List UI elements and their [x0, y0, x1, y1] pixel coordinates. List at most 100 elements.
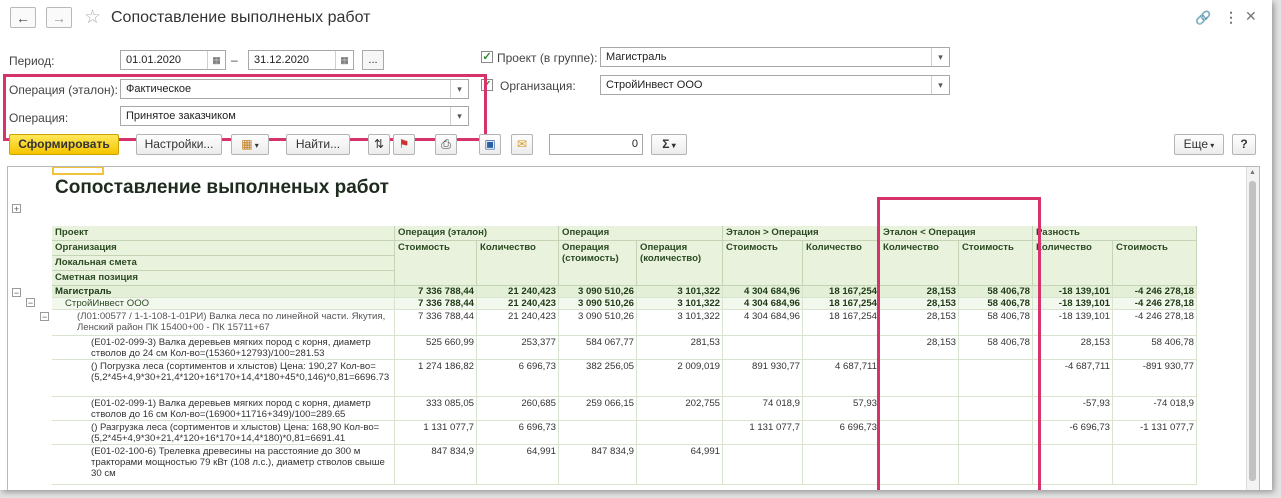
column-divider — [722, 286, 723, 485]
period-label: Период: — [9, 54, 55, 68]
print-button[interactable]: ⎙ — [435, 134, 457, 155]
more-vert-icon[interactable]: ⋮ — [1224, 9, 1238, 26]
envelope-icon: ✉ — [516, 137, 528, 151]
value-cell: 382 256,05 — [585, 361, 634, 372]
print-icon: ⎙ — [441, 137, 451, 151]
report-window: ← → ☆ Сопоставление выполненых работ 🔗 ⋮… — [0, 0, 1272, 490]
value-cell — [803, 445, 880, 485]
sum-field[interactable]: 0 — [549, 134, 643, 155]
date-from-field[interactable]: 01.01.2020 ▦ — [120, 50, 226, 70]
col-diff-qty: Количество — [1033, 241, 1113, 286]
value-cell: 64,991 — [690, 446, 720, 457]
scroll-up-icon[interactable]: ▲ — [1249, 169, 1256, 176]
grp-difference: Разность — [1033, 226, 1197, 241]
column-divider — [476, 286, 477, 485]
find-button[interactable]: Найти... — [286, 134, 350, 155]
help-button[interactable]: ? — [1232, 134, 1256, 155]
flag-button[interactable]: ⚑ — [393, 134, 415, 155]
save-icon: ▣ — [484, 137, 496, 151]
value-cell — [803, 336, 880, 360]
date-from-value: 01.01.2020 — [126, 54, 182, 66]
calendar-icon[interactable]: ▦ — [207, 51, 225, 69]
project-label: Проект (в группе): — [497, 51, 598, 65]
grp-ref-gt-op: Эталон > Операция — [723, 226, 880, 241]
col-gt-qty: Количество — [803, 241, 880, 286]
hdr-project: Проект — [52, 226, 395, 241]
sort-icon: ⇅ — [373, 137, 385, 151]
chevron-down-icon: ▾ — [1208, 141, 1215, 150]
col-op-qty: Операция (количество) — [637, 241, 723, 286]
period-select-button[interactable]: ... — [362, 50, 384, 70]
value-cell — [1113, 445, 1197, 485]
collapse-icon[interactable]: − — [12, 288, 21, 298]
check-icon: ✓ — [482, 51, 492, 63]
value-cell — [1033, 445, 1113, 485]
value-cell: 525 660,99 — [425, 337, 474, 348]
mail-button[interactable]: ✉ — [511, 134, 533, 155]
column-divider — [1112, 286, 1113, 485]
value-cell: 847 834,9 — [431, 446, 474, 457]
value-cell: 259 066,15 — [585, 398, 634, 409]
value-cell: 7 336 788,44 — [417, 311, 474, 322]
chevron-down-icon[interactable]: ▾ — [931, 48, 949, 66]
collapse-icon[interactable]: − — [40, 312, 49, 322]
hdr-local-estimate: Локальная смета — [52, 256, 395, 271]
value-cell: -4 687,711 — [1064, 361, 1110, 372]
star-icon[interactable]: ☆ — [84, 6, 101, 29]
project-field[interactable]: Магистраль ▾ — [600, 47, 950, 67]
close-icon[interactable]: ✕ — [1245, 8, 1257, 25]
scrollbar-thumb[interactable] — [1249, 181, 1256, 481]
chevron-down-icon[interactable]: ▾ — [931, 76, 949, 94]
col-op-cost: Операция (стоимость) — [559, 241, 637, 286]
date-to-field[interactable]: 31.12.2020 ▦ — [248, 50, 354, 70]
link-icon[interactable]: 🔗 — [1195, 10, 1211, 26]
row-position-name: () Разгрузка леса (сортиментов и хлыстов… — [91, 422, 380, 444]
sort-button[interactable]: ⇅ — [368, 134, 390, 155]
value-cell: -74 018,9 — [1153, 398, 1194, 409]
value-cell: -4 246 278,18 — [1134, 311, 1194, 322]
col-gt-cost: Стоимость — [723, 241, 803, 286]
variants-button[interactable]: ▦ ▾ — [231, 134, 269, 155]
hdr-org: Организация — [52, 241, 395, 256]
grp-operation-ref: Операция (эталон) — [395, 226, 559, 241]
org-label: Организация: — [500, 79, 576, 93]
value-cell: 584 067,77 — [585, 337, 634, 348]
value-cell: -891 930,77 — [1142, 361, 1194, 372]
report-spreadsheet[interactable]: + Сопоставление выполненых работ Проект … — [7, 166, 1260, 490]
value-cell: 58 406,78 — [1151, 337, 1194, 348]
flag-icon: ⚑ — [398, 137, 410, 151]
value-cell: 3 090 510,26 — [577, 311, 634, 322]
value-cell: 1 274 186,82 — [417, 361, 474, 372]
expand-icon[interactable]: + — [12, 204, 21, 214]
vertical-scrollbar[interactable]: ▲ — [1246, 167, 1259, 490]
back-button[interactable]: ← — [10, 7, 36, 28]
project-checkbox[interactable]: ✓ — [481, 51, 493, 63]
save-button[interactable]: ▣ — [479, 134, 501, 155]
sum-mode-button[interactable]: Σ ▾ — [651, 134, 687, 155]
settings-button[interactable]: Настройки... — [136, 134, 222, 155]
chevron-down-icon: ▾ — [669, 141, 676, 150]
value-cell: 281,53 — [690, 337, 720, 348]
org-field[interactable]: СтройИнвест ООО ▾ — [600, 75, 950, 95]
project-value: Магистраль — [606, 51, 667, 63]
value-cell: 1 131 077,7 — [423, 422, 474, 433]
value-cell: 253,377 — [521, 337, 556, 348]
value-cell: 28,153 — [1080, 337, 1110, 348]
forward-button[interactable]: → — [46, 7, 72, 28]
value-cell: 6 696,73 — [518, 361, 556, 372]
highlight-ref-lt-op — [877, 197, 1041, 490]
more-label: Еще — [1183, 137, 1209, 151]
value-cell: 57,93 — [852, 398, 877, 409]
generate-button[interactable]: Сформировать — [9, 134, 119, 155]
column-divider — [558, 286, 559, 485]
date-separator: – — [231, 53, 238, 67]
value-cell — [637, 421, 723, 445]
value-cell: 847 834,9 — [591, 446, 634, 457]
value-cell: 202,755 — [685, 398, 720, 409]
more-button[interactable]: Еще ▾ — [1174, 134, 1224, 155]
column-divider — [1196, 286, 1197, 485]
value-cell: 4 687,711 — [835, 361, 877, 372]
calendar-icon[interactable]: ▦ — [335, 51, 353, 69]
collapse-icon[interactable]: − — [26, 298, 35, 308]
row-position-name: () Погрузка леса (сортиментов и хлыстов)… — [91, 361, 390, 383]
